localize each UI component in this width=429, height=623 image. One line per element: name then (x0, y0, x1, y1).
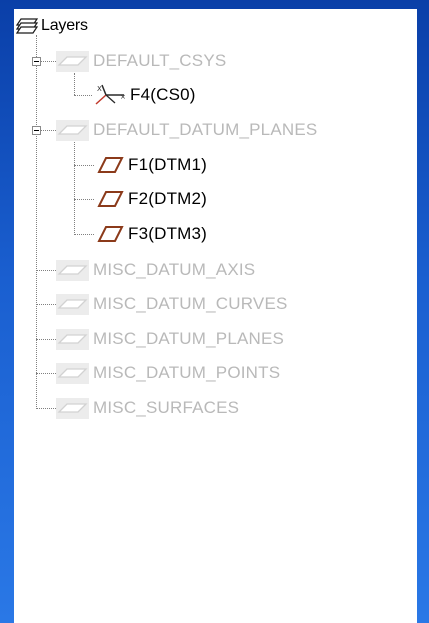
tree-item-f4-cs0[interactable]: X × F4(CS0) (93, 82, 196, 108)
group-label: DEFAULT_CSYS (93, 51, 227, 70)
layer-tree: Layers DEFAULT_CSYS X × F4(CS0) DEFAULT_… (14, 9, 417, 623)
tree-connector (36, 35, 37, 409)
group-label: MISC_DATUM_AXIS (93, 260, 256, 279)
svg-text:×: × (120, 93, 126, 101)
layer-parallelogram-icon (56, 362, 89, 384)
layer-parallelogram-icon (56, 50, 89, 72)
tree-connector (36, 339, 56, 340)
group-label: MISC_SURFACES (93, 398, 240, 417)
group-label: MISC_DATUM_POINTS (93, 363, 281, 382)
tree-connector (41, 130, 56, 131)
item-label: F2(DTM2) (128, 189, 208, 208)
tree-connector (74, 234, 94, 235)
svg-text:X: X (97, 85, 102, 93)
layer-tree-panel: Layers DEFAULT_CSYS X × F4(CS0) DEFAULT_… (14, 9, 417, 623)
layer-parallelogram-icon (56, 293, 89, 315)
tree-connector (36, 408, 56, 409)
collapse-toggle[interactable] (32, 57, 41, 66)
layer-parallelogram-icon (56, 119, 89, 141)
datum-plane-icon (94, 154, 128, 176)
tree-item-f3-dtm3[interactable]: F3(DTM3) (94, 221, 207, 247)
collapse-toggle[interactable] (32, 126, 41, 135)
item-label: F4(CS0) (130, 85, 196, 104)
tree-connector (36, 304, 56, 305)
tree-root-label: Layers (41, 17, 88, 34)
group-label: MISC_DATUM_PLANES (93, 329, 285, 348)
tree-connector (36, 373, 56, 374)
tree-connector (74, 142, 75, 235)
tree-group-misc-datum-planes[interactable]: MISC_DATUM_PLANES (56, 326, 284, 352)
tree-connector (41, 61, 56, 62)
group-label: MISC_DATUM_CURVES (93, 294, 288, 313)
tree-group-misc-datum-points[interactable]: MISC_DATUM_POINTS (56, 360, 280, 386)
tree-connector (74, 95, 92, 96)
tree-group-misc-datum-axis[interactable]: MISC_DATUM_AXIS (56, 257, 255, 283)
tree-connector (74, 165, 94, 166)
layers-stack-icon (15, 17, 40, 35)
tree-group-default-datum-planes[interactable]: DEFAULT_DATUM_PLANES (56, 117, 317, 143)
datum-plane-icon (94, 188, 128, 210)
tree-item-f2-dtm2[interactable]: F2(DTM2) (94, 186, 207, 212)
layer-parallelogram-icon (56, 328, 89, 350)
item-label: F3(DTM3) (128, 224, 208, 243)
coordinate-system-icon: X × (93, 83, 128, 107)
group-label: DEFAULT_DATUM_PLANES (93, 120, 318, 139)
layer-parallelogram-icon (56, 397, 89, 419)
tree-group-misc-datum-curves[interactable]: MISC_DATUM_CURVES (56, 291, 288, 317)
datum-plane-icon (94, 223, 128, 245)
layer-parallelogram-icon (56, 259, 89, 281)
tree-group-default-csys[interactable]: DEFAULT_CSYS (56, 48, 226, 74)
tree-connector (74, 73, 75, 95)
tree-connector (36, 270, 56, 271)
tree-item-f1-dtm1[interactable]: F1(DTM1) (94, 152, 207, 178)
tree-root-layers[interactable]: Layers (15, 13, 88, 39)
tree-group-misc-surfaces[interactable]: MISC_SURFACES (56, 395, 239, 421)
tree-connector (74, 199, 94, 200)
item-label: F1(DTM1) (128, 155, 208, 174)
